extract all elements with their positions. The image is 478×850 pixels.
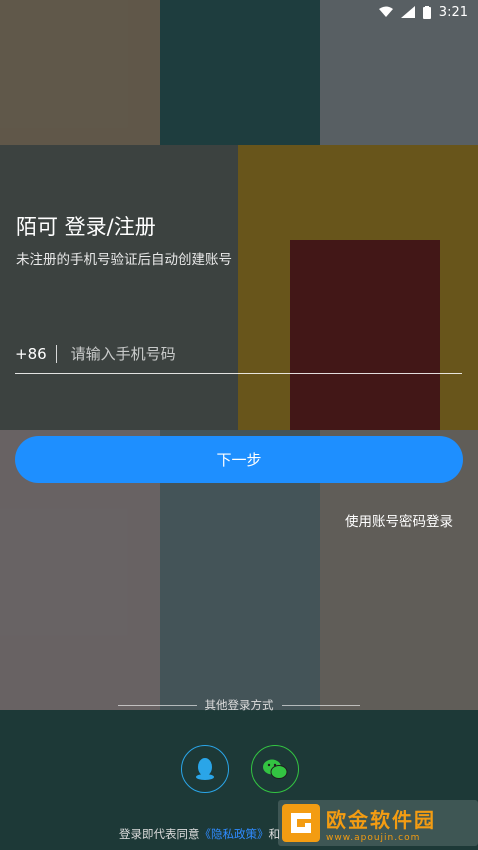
- background-collage: [0, 0, 478, 850]
- watermark-name: 欧金软件园: [326, 807, 436, 832]
- page-title: 陌可 登录/注册: [16, 215, 156, 239]
- status-bar: 3:21: [0, 0, 478, 24]
- other-login-label: 其他登录方式: [204, 698, 274, 712]
- agreement-prefix: 登录即代表同意: [119, 827, 200, 841]
- wechat-login-button[interactable]: [251, 745, 299, 793]
- watermark-url: www.apoujin.com: [326, 832, 421, 843]
- qq-icon: [196, 758, 214, 780]
- privacy-policy-link[interactable]: 《隐私政策》: [200, 827, 269, 841]
- phone-row: +86: [15, 335, 462, 374]
- password-login-link[interactable]: 使用账号密码登录: [345, 510, 453, 530]
- next-step-button[interactable]: 下一步: [15, 436, 463, 483]
- divider-line: [118, 704, 197, 706]
- agreement-text: 登录即代表同意《隐私政策》和: [119, 826, 280, 842]
- site-watermark: 欧金软件园 www.apoujin.com: [278, 800, 478, 846]
- battery-icon: [422, 5, 431, 19]
- watermark-logo-icon: [282, 804, 320, 842]
- phone-input[interactable]: [68, 344, 462, 364]
- other-login-divider: 其他登录方式: [118, 697, 360, 713]
- status-time: 3:21: [438, 4, 468, 20]
- country-code-selector[interactable]: +86: [15, 345, 57, 363]
- divider-line: [281, 704, 360, 706]
- page-subtitle: 未注册的手机号验证后自动创建账号: [16, 252, 232, 268]
- wechat-icon: [263, 759, 288, 779]
- qq-login-button[interactable]: [181, 745, 229, 793]
- signal-icon: [400, 6, 415, 18]
- wifi-icon: [378, 6, 393, 17]
